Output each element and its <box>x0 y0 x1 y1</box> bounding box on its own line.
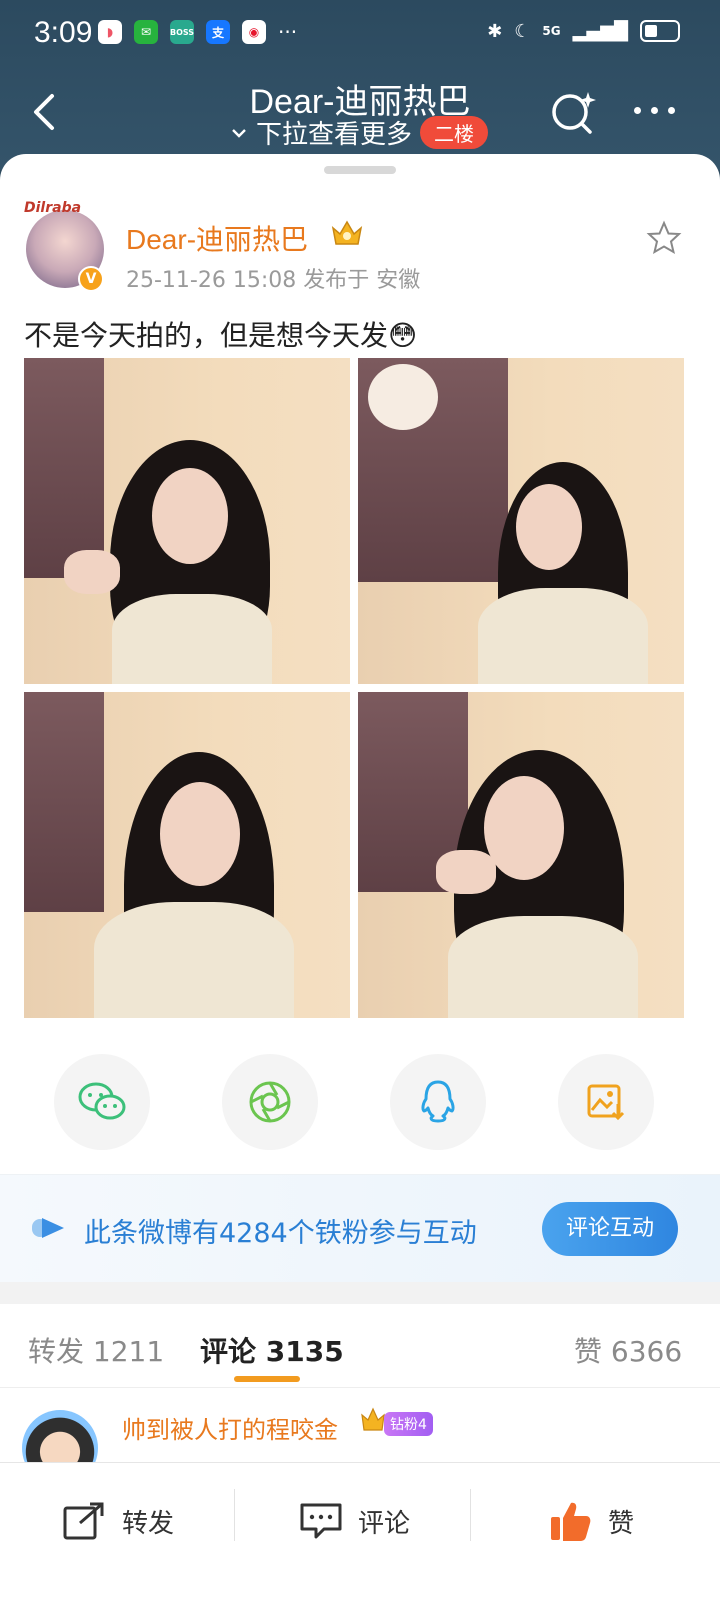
fan-banner-text: 此条微博有4284个铁粉参与互动 <box>84 1218 477 1249</box>
section-divider <box>0 1282 720 1304</box>
system-status: ✱ ☾ 5G ▂▄▆█ <box>487 20 680 42</box>
chevron-down-icon <box>232 128 246 138</box>
wechat-icon <box>78 1082 126 1120</box>
floor-badge: 二楼 <box>420 116 489 149</box>
photo-grid <box>24 358 684 1018</box>
post-sheet: Dilraba V Dear-迪丽热巴 25-11-26 15:08 发布于 安… <box>0 154 720 1600</box>
wechat-icon: ✉ <box>134 20 158 44</box>
bluetooth-icon: ✱ <box>487 20 503 42</box>
share-moments-button[interactable] <box>222 1054 318 1150</box>
photo-4[interactable] <box>358 692 684 1018</box>
tab-comment[interactable]: 评论 3135 <box>200 1330 344 1370</box>
avatar-tag: Dilraba <box>24 200 82 216</box>
sheet-grabber[interactable] <box>324 166 396 174</box>
star-icon[interactable] <box>646 220 682 256</box>
divider <box>470 1489 471 1541</box>
boss-icon: BOSS <box>170 20 194 44</box>
repost-icon <box>63 1502 104 1540</box>
photo-2[interactable] <box>358 358 684 684</box>
post-meta: 25-11-26 15:08 发布于 安徽 <box>126 268 421 293</box>
like-label: 赞 <box>608 1508 635 1539</box>
tab-like[interactable]: 赞 6366 <box>574 1330 682 1370</box>
comment-label: 评论 <box>358 1508 411 1539</box>
share-wechat-button[interactable] <box>54 1054 150 1150</box>
repost-label: 转发 <box>122 1508 175 1539</box>
notification-icons: ◗ ✉ BOSS 支 ◉ ··· <box>98 20 297 44</box>
thumbs-up-icon <box>551 1502 591 1541</box>
alipay-icon: 支 <box>206 20 230 44</box>
crown-badge-icon <box>361 1407 385 1431</box>
photo-3[interactable] <box>24 692 350 1018</box>
repost-button[interactable]: 转发 <box>62 1497 174 1545</box>
status-time: 3:09 <box>34 16 93 49</box>
comment-item[interactable]: 帅到被人打的程咬金 钻粉4 <box>0 1390 720 1486</box>
comment-icon <box>300 1503 342 1539</box>
top-bar: 3:09 ◗ ✉ BOSS 支 ◉ ··· ✱ ☾ 5G ▂▄▆█ Dear-迪… <box>0 0 720 170</box>
tab-indicator <box>234 1376 300 1382</box>
post-text: 不是今天拍的，但是想今天发😳 <box>24 314 417 354</box>
fan-level-badge: 钻粉4 <box>384 1412 433 1436</box>
save-image-icon <box>587 1084 625 1121</box>
signal-icon: ▂▄▆█ <box>572 20 628 42</box>
commenter-name[interactable]: 帅到被人打的程咬金 <box>122 1410 338 1445</box>
divider <box>234 1489 235 1541</box>
save-image-button[interactable] <box>558 1054 654 1150</box>
more-options-button[interactable] <box>624 92 684 128</box>
bottom-action-bar: 转发 评论 赞 <box>0 1462 720 1600</box>
tab-repost[interactable]: 转发 1211 <box>28 1330 164 1370</box>
verified-badge-icon: V <box>78 266 104 292</box>
emoji-icon: 😳 <box>388 319 418 352</box>
pull-down-label: 下拉查看更多 <box>256 120 413 150</box>
search-icon[interactable] <box>548 86 598 136</box>
pull-down-hint[interactable]: 下拉查看更多 二楼 <box>230 114 489 151</box>
network-label: 5G <box>542 24 561 38</box>
moments-icon <box>249 1081 291 1123</box>
qq-icon <box>421 1080 455 1123</box>
dnd-moon-icon: ☾ <box>514 20 531 42</box>
battery-icon <box>640 20 680 42</box>
share-qq-button[interactable] <box>390 1054 486 1150</box>
play-arrow-icon <box>32 1218 64 1238</box>
author-name[interactable]: Dear-迪丽热巴 <box>126 218 308 258</box>
like-button[interactable]: 赞 <box>548 1497 634 1545</box>
status-bar: 3:09 ◗ ✉ BOSS 支 ◉ ··· ✱ ☾ 5G ▂▄▆█ <box>0 0 720 70</box>
comment-button[interactable]: 评论 <box>298 1497 410 1545</box>
interaction-tabs: 转发 1211 评论 3135 赞 6366 <box>0 1304 720 1388</box>
comment-interact-button[interactable]: 评论互动 <box>542 1202 678 1256</box>
fan-interaction-banner[interactable]: 此条微博有4284个铁粉参与互动 评论互动 <box>0 1174 720 1282</box>
more-notifications-icon: ··· <box>278 20 298 44</box>
crown-badge-icon <box>331 220 363 245</box>
post-text-content: 不是今天拍的，但是想今天发 <box>24 319 389 352</box>
share-row <box>0 1054 720 1154</box>
photo-1[interactable] <box>24 358 350 684</box>
weibo-icon: ◉ <box>242 20 266 44</box>
xiaohongshu-icon: ◗ <box>98 20 122 44</box>
